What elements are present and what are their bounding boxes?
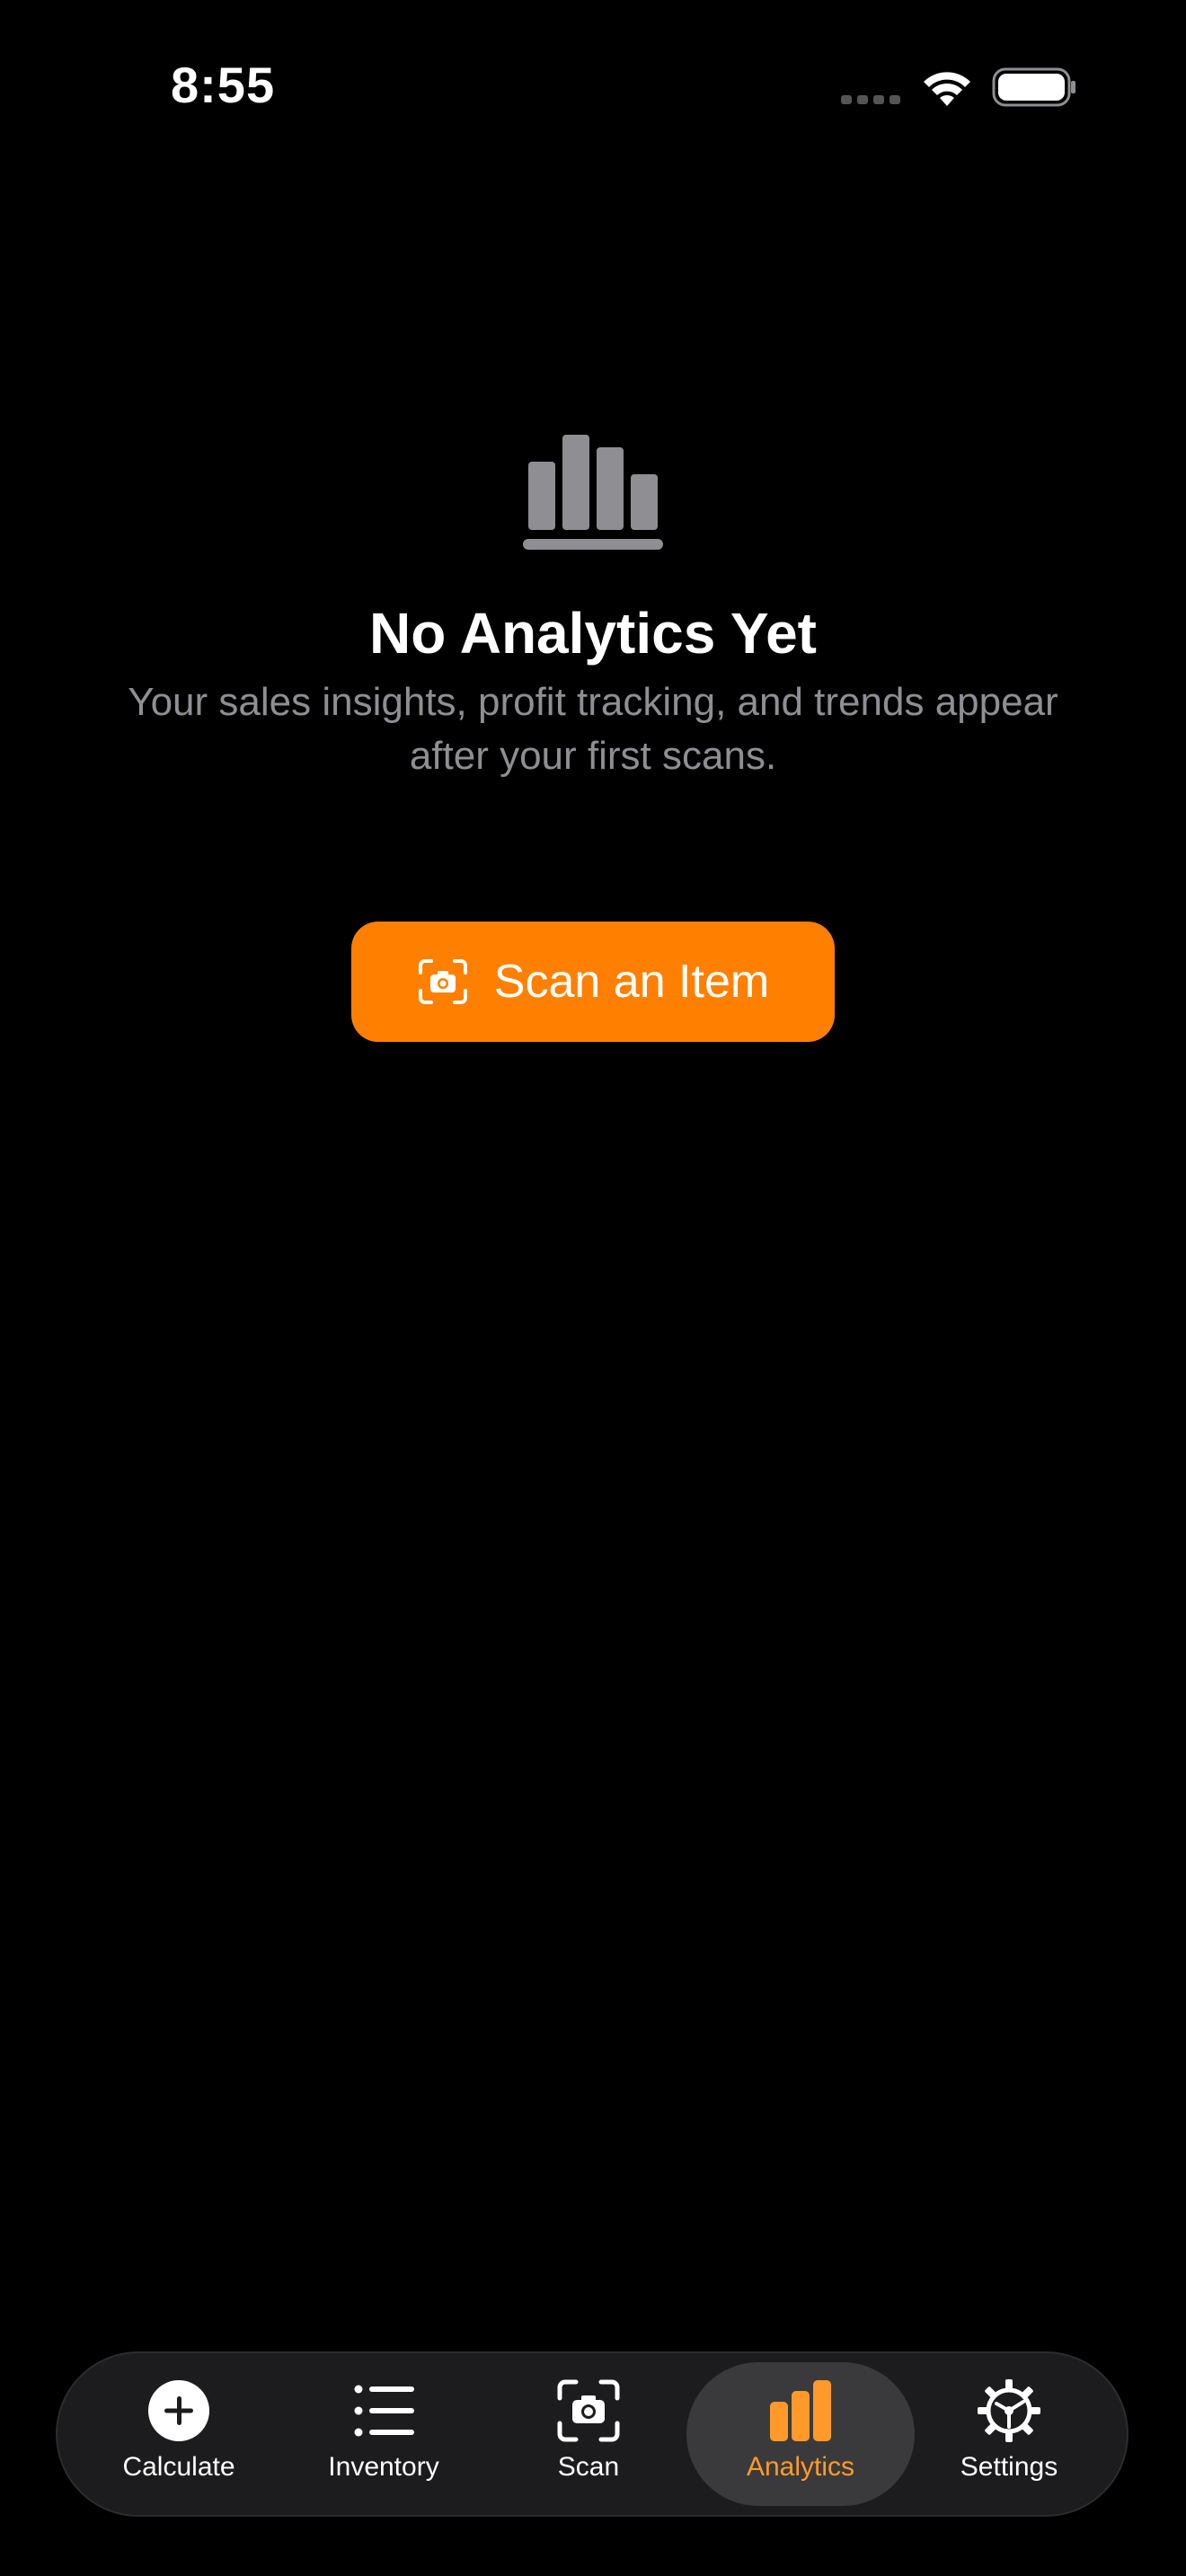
list-icon [354, 2385, 414, 2437]
tab-label: Scan [557, 2452, 620, 2482]
camera-scan-icon [557, 2379, 620, 2442]
gear-icon [978, 2379, 1040, 2442]
scan-item-button-label: Scan an Item [493, 956, 770, 1008]
tab-calculate[interactable]: Calculate [77, 2362, 280, 2506]
tab-label: Calculate [122, 2452, 235, 2482]
tab-scan[interactable]: Scan [487, 2362, 690, 2506]
scan-item-button[interactable]: Scan an Item [351, 922, 835, 1042]
status-time: 8:55 [171, 57, 276, 113]
battery-icon [992, 67, 1075, 107]
plus-circle-icon [148, 2380, 209, 2441]
tab-label: Settings [960, 2452, 1058, 2482]
chart-bar-icon [770, 2380, 831, 2441]
tab-label: Inventory [328, 2452, 439, 2482]
tab-label: Analytics [746, 2452, 855, 2482]
wifi-icon [924, 72, 970, 106]
empty-state-subtitle: Your sales insights, profit tracking, an… [128, 680, 1058, 778]
scan-camera-icon [418, 959, 467, 1004]
tab-settings[interactable]: Settings [907, 2362, 1111, 2506]
cellular-signal-icon [841, 95, 900, 104]
chart-bar-icon [523, 435, 663, 550]
tab-analytics[interactable]: Analytics [686, 2362, 915, 2506]
empty-state-title: No Analytics Yet [369, 601, 817, 666]
tab-inventory[interactable]: Inventory [282, 2362, 485, 2506]
tab-bar: Calculate Inventory Scan Analytics Setti… [56, 2351, 1128, 2517]
analytics-screen: 8:55 No Analytics Yet Your sales insight… [0, 0, 1186, 2576]
